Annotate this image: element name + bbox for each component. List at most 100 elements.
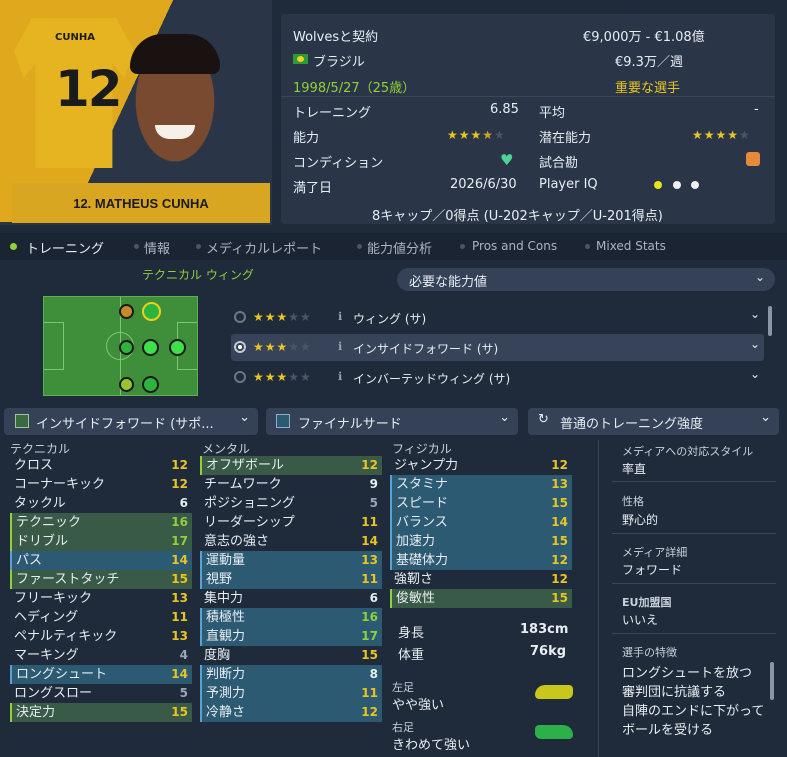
chevron-down-icon: ⌄ <box>239 410 250 425</box>
chevron-down-icon: ⌄ <box>754 270 765 284</box>
left-foot-value: やや強い <box>392 698 445 713</box>
attribute-row[interactable]: リーダーシップ 11 <box>200 513 382 532</box>
tab-analysis[interactable]: 能力値分析 <box>367 238 432 257</box>
attribute-row[interactable]: 集中力 6 <box>200 589 382 608</box>
attribute-value: 16 <box>171 515 188 529</box>
wage-text: €9.3万／週 <box>615 55 683 70</box>
attribute-row[interactable]: ロングスロー 5 <box>10 684 192 703</box>
duty-swatch-icon <box>276 414 290 428</box>
attribute-name: パス <box>16 553 43 568</box>
attribute-row[interactable]: チームワーク 9 <box>200 475 382 494</box>
attribute-row[interactable]: 加速力 15 <box>390 532 572 551</box>
value-text: €9,000万 - €1.08億 <box>583 30 705 45</box>
eu-label: EU加盟国 <box>622 596 672 609</box>
tab-training[interactable]: トレーニング <box>26 238 104 257</box>
attribute-row[interactable]: 予測力 11 <box>200 684 382 703</box>
trait-item[interactable]: 自陣のエンドに下がってボールを受ける <box>622 702 766 740</box>
info-icon: ℹ <box>338 310 343 323</box>
required-attrs-dropdown[interactable]: 必要な能力値 ⌄ <box>397 268 775 291</box>
attribute-row[interactable]: バランス 14 <box>390 513 572 532</box>
attribute-name: ロングシュート <box>16 667 108 682</box>
position-dot <box>119 340 134 355</box>
attribute-row[interactable]: ドリブル 17 <box>10 532 192 551</box>
attribute-row[interactable]: 強靭さ 12 <box>390 570 572 589</box>
scrollbar[interactable] <box>768 306 772 336</box>
tab-medical[interactable]: メディカルレポート <box>206 238 322 257</box>
chevron-down-icon: ⌄ <box>499 410 510 425</box>
attribute-row[interactable]: タックル 6 <box>10 494 192 513</box>
role-dropdown[interactable]: インサイドフォワード (サポ... ⌄ <box>4 408 258 435</box>
attribute-row[interactable]: スピード 15 <box>390 494 572 513</box>
chevron-down-icon[interactable]: ⌄ <box>750 307 760 321</box>
refresh-icon: ↻ <box>538 412 549 427</box>
tab-info[interactable]: 情報 <box>144 238 170 257</box>
trait-item[interactable]: ロングシュートを放つ <box>622 664 766 683</box>
intensity-dropdown[interactable]: ↻ 普通のトレーニング強度 ⌄ <box>528 408 779 435</box>
tab-pros-cons[interactable]: Pros and Cons <box>472 239 557 253</box>
position-dot <box>169 339 186 356</box>
role-row-selected[interactable]: ★★★★★ ℹ インサイドフォワード (サ) ⌄ <box>231 334 764 361</box>
attribute-value: 13 <box>361 553 378 567</box>
attribute-name: ロングスロー <box>14 686 93 701</box>
duty-dropdown[interactable]: ファイナルサード ⌄ <box>266 408 518 435</box>
attribute-row[interactable]: ポジショニング 5 <box>200 494 382 513</box>
attribute-value: 15 <box>171 705 188 719</box>
nationality-text[interactable]: ブラジル <box>313 51 365 70</box>
attribute-row[interactable]: ロングシュート 14 <box>10 665 192 684</box>
attribute-row[interactable]: スタミナ 13 <box>390 475 572 494</box>
divider <box>612 633 776 634</box>
personality-label: 性格 <box>622 495 644 508</box>
attribute-row[interactable]: 俊敏性 15 <box>390 589 572 608</box>
attribute-value: 17 <box>361 629 378 643</box>
attribute-value: 8 <box>369 667 378 681</box>
attribute-name: 冷静さ <box>206 705 246 720</box>
potential-stars: ★★★★★ <box>692 128 751 142</box>
attribute-row[interactable]: ジャンプ力 12 <box>390 456 572 475</box>
attribute-row[interactable]: コーナーキック 12 <box>10 475 192 494</box>
chevron-down-icon[interactable]: ⌄ <box>750 367 760 381</box>
tab-dot-icon <box>357 244 362 249</box>
radio-icon[interactable] <box>234 371 246 383</box>
role-row[interactable]: ★★★★★ ℹ インバーテッドウィング (サ) ⌄ <box>231 364 764 391</box>
traits-list: ロングシュートを放つ 審判団に抗議する 自陣のエンドに下がってボールを受ける <box>622 664 766 740</box>
role-row[interactable]: ★★★★★ ℹ ウィング (サ) ⌄ <box>231 304 764 331</box>
attribute-row[interactable]: オフザボール 12 <box>200 456 382 475</box>
pitch-box <box>44 322 64 370</box>
chevron-down-icon[interactable]: ⌄ <box>750 337 760 351</box>
attribute-name: 集中力 <box>204 591 244 606</box>
attribute-name: スピード <box>396 496 449 511</box>
attribute-row[interactable]: 基礎体力 12 <box>390 551 572 570</box>
attribute-row[interactable]: ペナルティキック 13 <box>10 627 192 646</box>
attribute-name: ポジショニング <box>204 496 296 511</box>
attribute-row[interactable]: ヘディング 11 <box>10 608 192 627</box>
attribute-row[interactable]: テクニック 16 <box>10 513 192 532</box>
tab-mixed-stats[interactable]: Mixed Stats <box>596 239 666 253</box>
attribute-row[interactable]: フリーキック 13 <box>10 589 192 608</box>
attribute-row[interactable]: 視野 11 <box>200 570 382 589</box>
iq-dot <box>673 181 681 189</box>
heart-icon: ♥ <box>500 151 514 169</box>
attribute-value: 11 <box>361 686 378 700</box>
attribute-row[interactable]: パス 14 <box>10 551 192 570</box>
attribute-row[interactable]: 積極性 16 <box>200 608 382 627</box>
attribute-row[interactable]: 運動量 13 <box>200 551 382 570</box>
contract-text[interactable]: Wolvesと契約 <box>293 26 378 45</box>
radio-selected-icon[interactable] <box>234 341 246 353</box>
attribute-value: 12 <box>361 705 378 719</box>
attribute-row[interactable]: 判断力 8 <box>200 665 382 684</box>
chevron-down-icon: ⌄ <box>760 410 771 425</box>
attribute-row[interactable]: 意志の強さ 14 <box>200 532 382 551</box>
attribute-row[interactable]: 決定力 15 <box>10 703 192 722</box>
position-title[interactable]: テクニカル ウィング <box>142 266 254 283</box>
attribute-row[interactable]: クロス 12 <box>10 456 192 475</box>
attribute-row[interactable]: 度胸 15 <box>200 646 382 665</box>
attribute-row[interactable]: マーキング 4 <box>10 646 192 665</box>
attribute-row[interactable]: 冷静さ 12 <box>200 703 382 722</box>
radio-icon[interactable] <box>234 311 246 323</box>
attribute-row[interactable]: ファーストタッチ 15 <box>10 570 192 589</box>
position-pitch[interactable] <box>43 296 198 396</box>
scrollbar[interactable] <box>770 662 774 700</box>
traits-label: 選手の特徴 <box>622 646 677 659</box>
trait-item[interactable]: 審判団に抗議する <box>622 683 766 702</box>
attribute-row[interactable]: 直観力 17 <box>200 627 382 646</box>
